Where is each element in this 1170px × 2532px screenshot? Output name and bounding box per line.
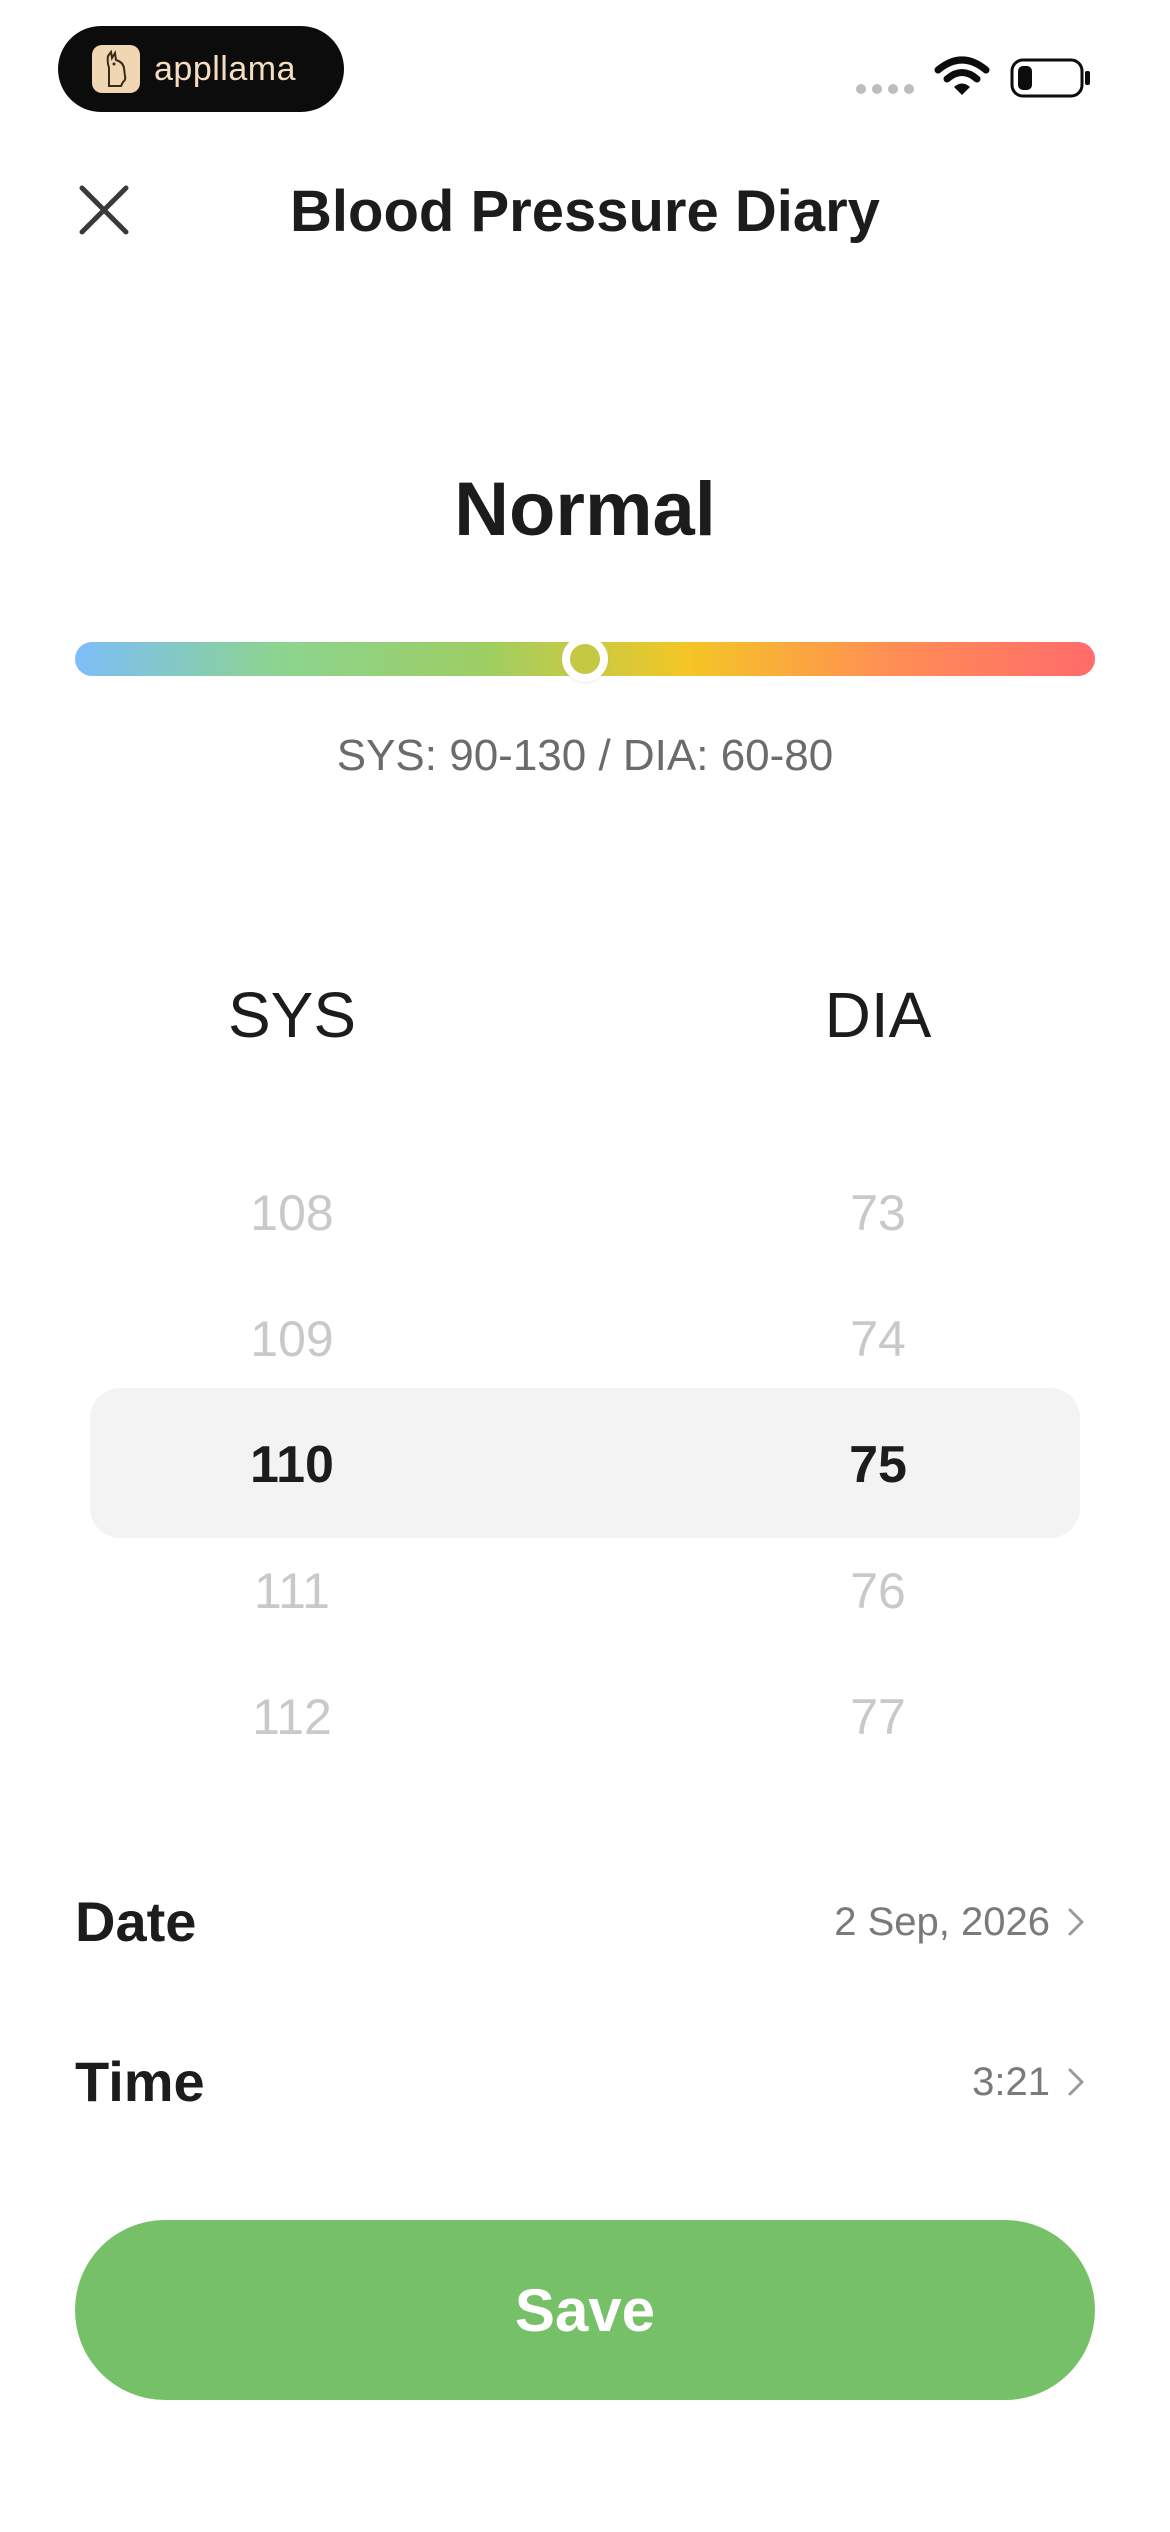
wifi-icon xyxy=(934,56,990,103)
sys-picker-item[interactable]: 112 xyxy=(142,1654,442,1780)
status-label: Normal xyxy=(454,467,716,552)
dia-picker-item[interactable]: 73 xyxy=(728,1150,1028,1276)
time-label: Time xyxy=(75,2050,205,2113)
sys-picker-item[interactable]: 108 xyxy=(142,1150,442,1276)
signal-dots-icon xyxy=(856,84,914,94)
dia-picker-item-selected[interactable]: 75 xyxy=(728,1402,1028,1528)
sys-picker-item[interactable]: 111 xyxy=(142,1528,442,1654)
dia-picker-item[interactable]: 76 xyxy=(728,1528,1028,1654)
sys-picker-item[interactable]: 109 xyxy=(142,1276,442,1402)
dia-picker-item[interactable]: 74 xyxy=(728,1276,1028,1402)
brand-badge: appllama xyxy=(58,26,344,112)
dia-picker-item[interactable]: 77 xyxy=(728,1654,1028,1780)
brand-name: appllama xyxy=(154,49,296,88)
save-button[interactable]: Save xyxy=(75,2220,1095,2400)
date-value[interactable]: 2 Sep, 2026 xyxy=(834,1882,1050,1962)
dia-column-label: DIA xyxy=(824,979,932,1051)
sys-picker-item-selected[interactable]: 110 xyxy=(142,1402,442,1528)
chevron-right-icon[interactable] xyxy=(1064,1902,1088,1942)
sys-column-label: SYS xyxy=(227,979,357,1051)
date-label: Date xyxy=(75,1890,197,1953)
llama-logo-icon xyxy=(92,45,140,93)
range-indicator xyxy=(562,636,608,682)
time-value[interactable]: 3:21 xyxy=(972,2042,1050,2122)
range-text: SYS: 90-130 / DIA: 60-80 xyxy=(336,731,834,780)
dia-picker[interactable]: 73 74 75 76 77 xyxy=(728,1150,1028,1780)
chevron-right-icon[interactable] xyxy=(1064,2062,1088,2102)
battery-icon xyxy=(1010,58,1092,103)
page-title: Blood Pressure Diary xyxy=(290,179,880,244)
sys-picker[interactable]: 108 109 110 111 112 xyxy=(142,1150,442,1780)
